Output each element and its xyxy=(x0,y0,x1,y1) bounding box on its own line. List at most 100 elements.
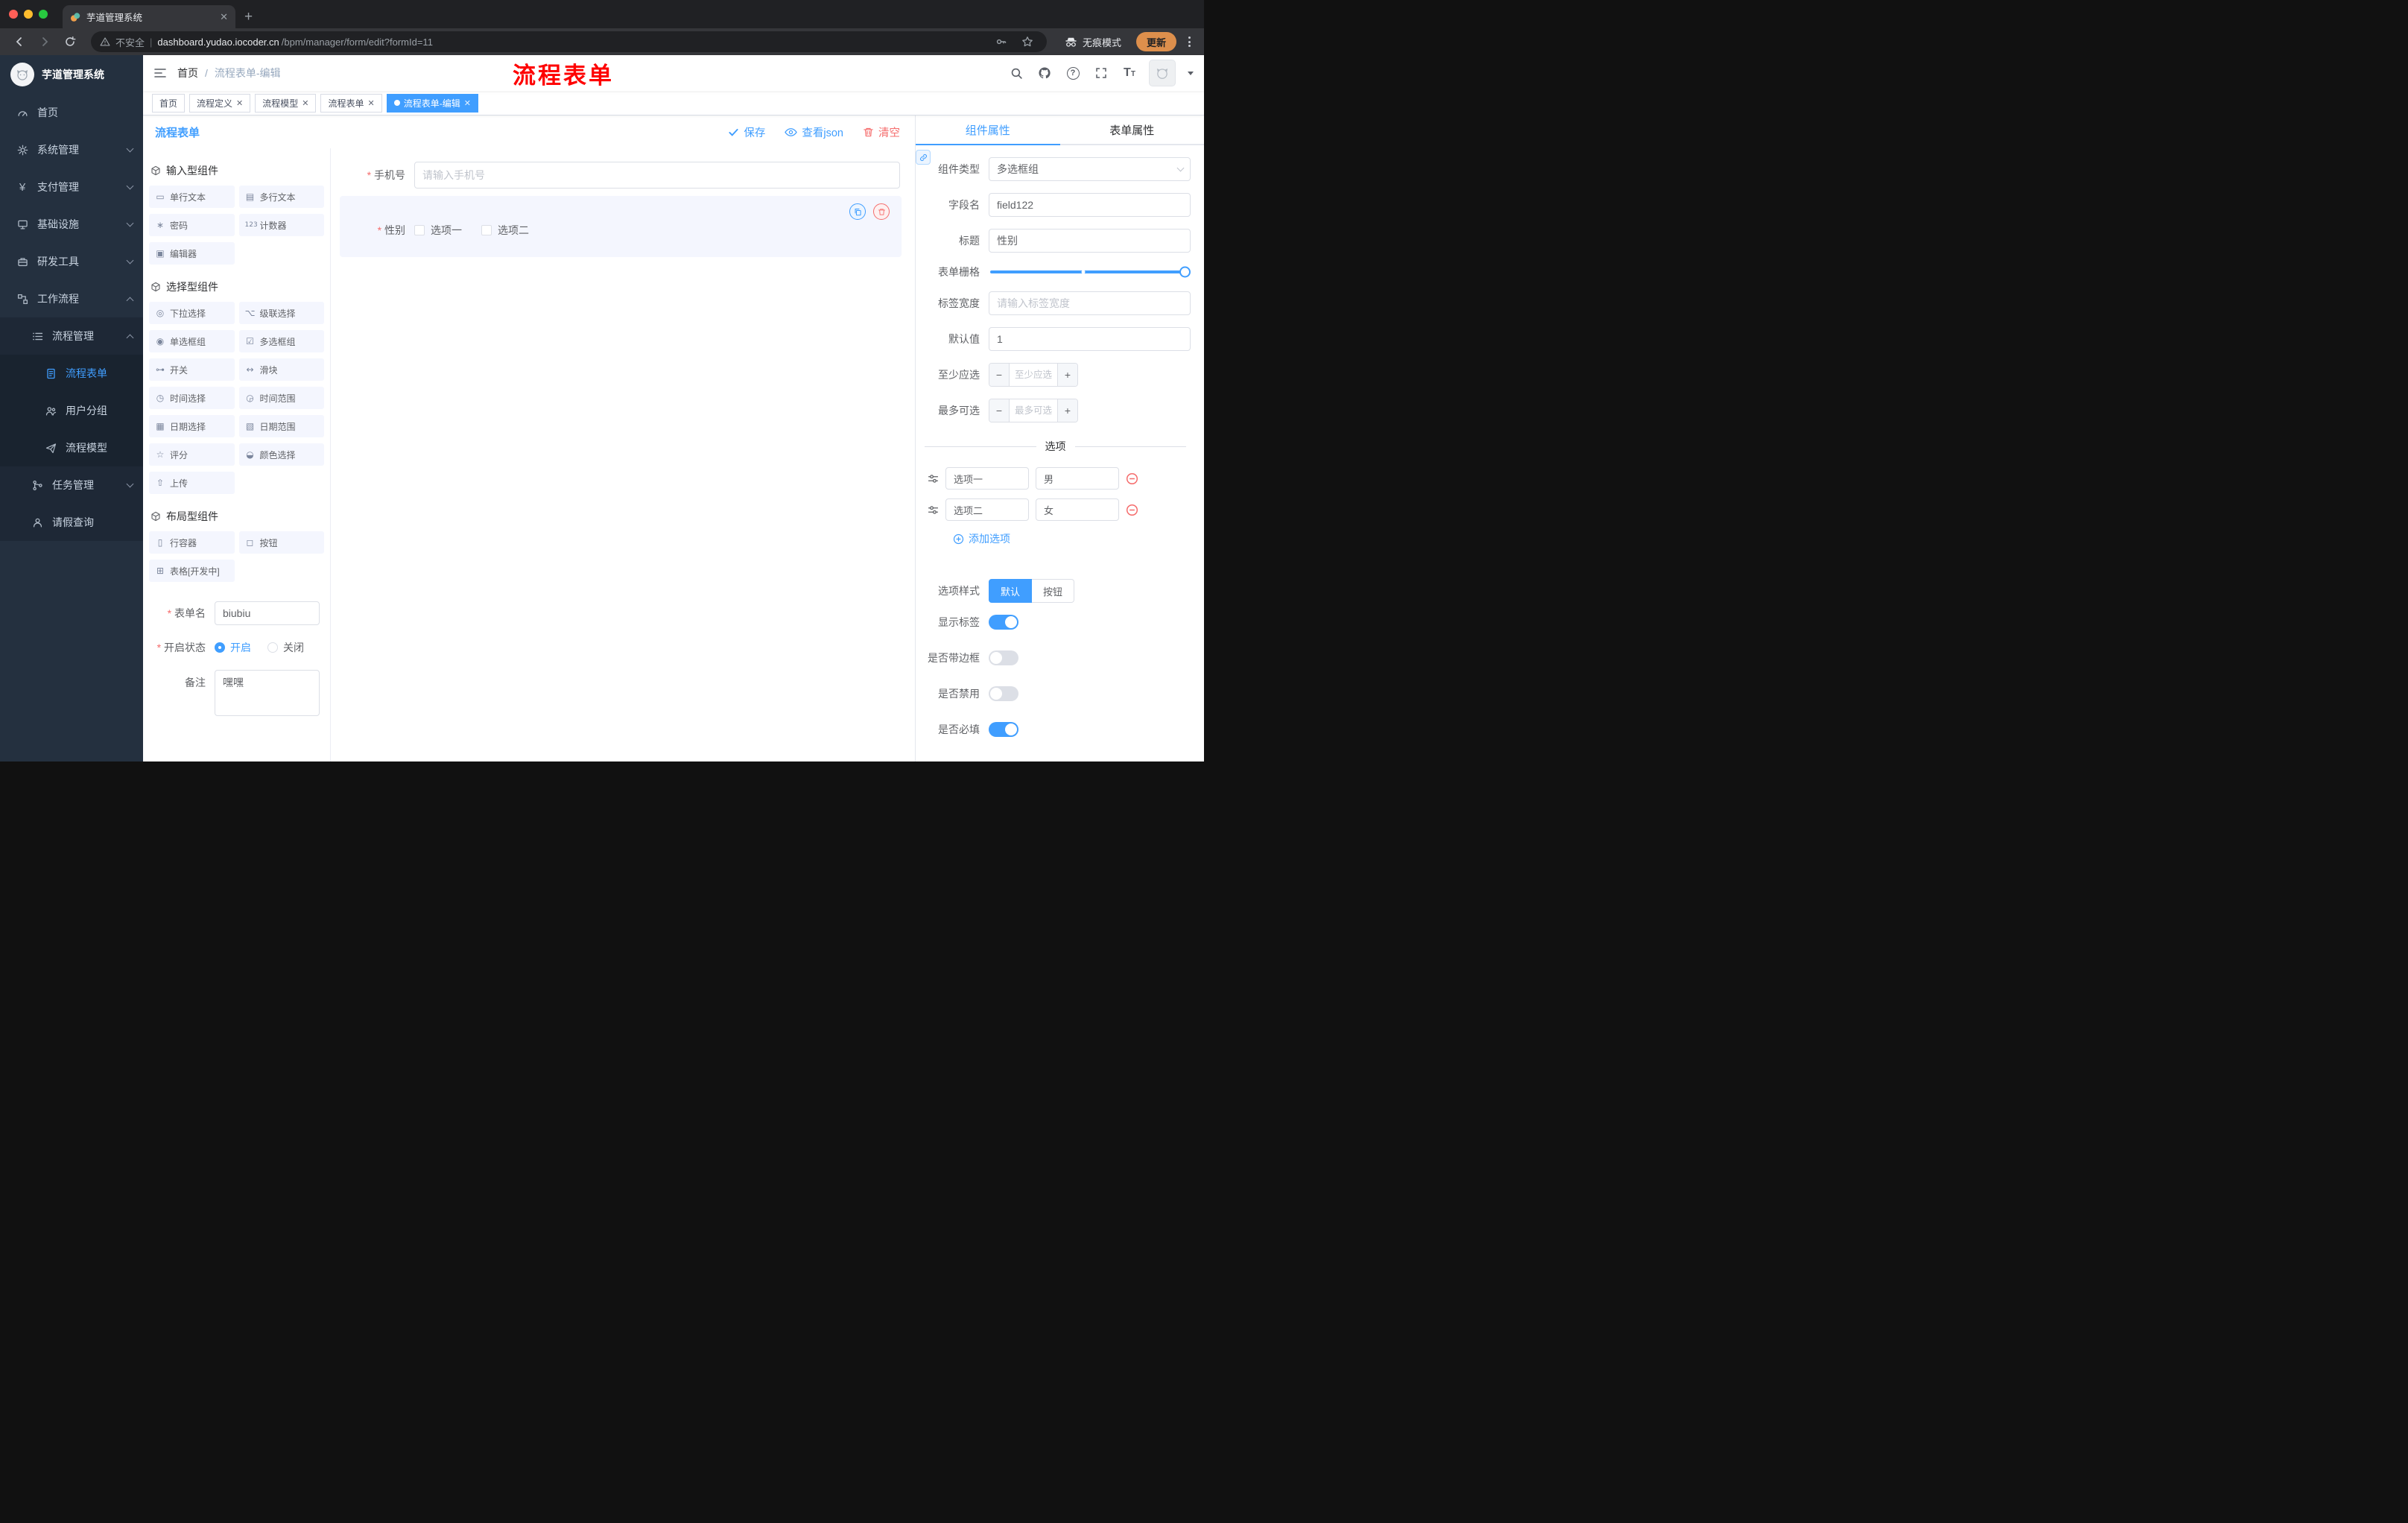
component-item-counter[interactable]: 123 计数器 xyxy=(238,214,324,236)
border-switch[interactable] xyxy=(989,650,1018,665)
form-remark-textarea[interactable]: 嘿嘿 xyxy=(215,670,320,716)
option-label-input[interactable] xyxy=(945,467,1029,490)
close-window-button[interactable] xyxy=(9,10,18,19)
form-canvas[interactable]: 手机号 性别 选项一 xyxy=(331,148,915,762)
component-item-select[interactable]: ◎ 下拉选择 xyxy=(149,302,235,324)
disabled-switch[interactable] xyxy=(989,686,1018,701)
sidebar-item-infrastructure[interactable]: 基础设施 xyxy=(0,206,143,243)
component-item-rate[interactable]: ☆ 评分 xyxy=(149,443,235,466)
tag-home[interactable]: 首页 xyxy=(152,93,186,113)
component-item-table[interactable]: ⊞ 表格[开发中] xyxy=(149,560,235,582)
save-button[interactable]: 保存 xyxy=(728,124,765,140)
close-tag-icon[interactable]: ✕ xyxy=(236,98,243,108)
min-select-stepper[interactable]: −+ xyxy=(989,363,1078,387)
gender-option-2-checkbox[interactable]: 选项二 xyxy=(481,223,529,238)
component-item-multi-line-text[interactable]: ▤ 多行文本 xyxy=(238,186,324,208)
drag-handle-icon[interactable] xyxy=(928,504,939,516)
status-on-radio[interactable]: 开启 xyxy=(215,640,251,655)
clear-button[interactable]: 清空 xyxy=(863,124,900,140)
field-phone[interactable]: 手机号 xyxy=(340,162,902,189)
option-value-input[interactable] xyxy=(1036,498,1119,521)
sidebar-item-home[interactable]: 首页 xyxy=(0,94,143,131)
component-item-color-picker[interactable]: ◒ 颜色选择 xyxy=(238,443,324,466)
form-name-input[interactable] xyxy=(215,601,320,625)
bookmark-star-icon[interactable] xyxy=(1017,31,1038,52)
option-label-input[interactable] xyxy=(945,498,1029,521)
field-gender-selected[interactable]: 性别 选项一 选项二 xyxy=(340,196,902,257)
component-item-slider[interactable]: ↔ 滑块 xyxy=(238,358,324,381)
component-item-upload[interactable]: ⇧ 上传 xyxy=(149,472,235,494)
browser-tab[interactable]: 芋道管理系统 ✕ xyxy=(63,5,235,28)
sidebar-item-task-management[interactable]: 任务管理 xyxy=(0,466,143,504)
style-default-button[interactable]: 默认 xyxy=(989,579,1033,603)
phone-input[interactable] xyxy=(414,162,900,189)
sidebar-item-system[interactable]: 系统管理 xyxy=(0,131,143,168)
fullscreen-icon[interactable] xyxy=(1092,64,1110,82)
slider-handle[interactable] xyxy=(1179,266,1191,278)
grid-slider[interactable] xyxy=(990,266,1191,278)
drag-handle-icon[interactable] xyxy=(928,473,939,484)
tag-process-form-edit[interactable]: 流程表单-编辑 ✕ xyxy=(386,93,478,113)
copy-field-button[interactable] xyxy=(849,203,866,220)
forward-icon[interactable] xyxy=(34,31,55,52)
address-bar[interactable]: 不安全 | dashboard.yudao.iocoder.cn/bpm/man… xyxy=(91,31,1047,52)
github-icon[interactable] xyxy=(1036,64,1054,82)
tab-form-props[interactable]: 表单属性 xyxy=(1060,115,1205,144)
sidebar-item-process-form[interactable]: 流程表单 xyxy=(0,355,143,392)
sidebar-item-user-groups[interactable]: 用户分组 xyxy=(0,392,143,429)
remove-option-icon[interactable] xyxy=(1126,472,1138,485)
field-name-input[interactable] xyxy=(989,193,1191,217)
component-item-radio-group[interactable]: ◉ 单选框组 xyxy=(149,330,235,352)
delete-field-button[interactable] xyxy=(873,203,890,220)
remove-option-icon[interactable] xyxy=(1126,504,1138,516)
password-key-icon[interactable] xyxy=(991,31,1012,52)
font-size-icon[interactable]: TT xyxy=(1121,64,1138,82)
sidebar-item-leave-query[interactable]: 请假查询 xyxy=(0,504,143,541)
sidebar-item-devtools[interactable]: 研发工具 xyxy=(0,243,143,280)
component-item-single-line-text[interactable]: ▭ 单行文本 xyxy=(149,186,235,208)
browser-update-button[interactable]: 更新 xyxy=(1135,32,1176,51)
avatar-caret-icon[interactable] xyxy=(1188,71,1194,75)
required-switch[interactable] xyxy=(989,722,1018,737)
sidebar-item-process-management[interactable]: 流程管理 xyxy=(0,317,143,355)
sidebar-item-process-model[interactable]: 流程模型 xyxy=(0,429,143,466)
default-value-input[interactable] xyxy=(989,327,1191,351)
search-icon[interactable] xyxy=(1007,64,1025,82)
component-item-time-picker[interactable]: ◷ 时间选择 xyxy=(149,387,235,409)
component-type-select[interactable] xyxy=(989,157,1191,181)
max-select-stepper[interactable]: −+ xyxy=(989,399,1078,422)
component-item-cascader[interactable]: ⌥ 级联选择 xyxy=(238,302,324,324)
avatar[interactable] xyxy=(1149,60,1176,86)
component-item-checkbox-group[interactable]: ☑ 多选框组 xyxy=(238,330,324,352)
help-icon[interactable]: ? xyxy=(1064,64,1082,82)
component-item-editor[interactable]: ▣ 编辑器 xyxy=(149,242,235,265)
decrease-button[interactable]: − xyxy=(989,399,1010,422)
tag-process-form[interactable]: 流程表单 ✕ xyxy=(320,93,382,113)
style-button-button[interactable]: 按钮 xyxy=(1032,579,1075,603)
label-width-input[interactable] xyxy=(989,291,1191,315)
close-tag-icon[interactable]: ✕ xyxy=(302,98,308,108)
component-item-switch[interactable]: ⊶ 开关 xyxy=(149,358,235,381)
tag-process-model[interactable]: 流程模型 ✕ xyxy=(255,93,317,113)
status-off-radio[interactable]: 关闭 xyxy=(267,640,304,655)
title-input[interactable] xyxy=(989,229,1191,253)
component-item-time-range[interactable]: ◶ 时间范围 xyxy=(238,387,324,409)
component-item-date-range[interactable]: ▧ 日期范围 xyxy=(238,415,324,437)
component-item-date-picker[interactable]: ▦ 日期选择 xyxy=(149,415,235,437)
breadcrumb-home[interactable]: 首页 xyxy=(177,66,198,80)
close-tag-icon[interactable]: ✕ xyxy=(368,98,375,108)
add-option-button[interactable]: 添加选项 xyxy=(953,531,1191,546)
component-item-row-container[interactable]: ▯ 行容器 xyxy=(149,531,235,554)
component-item-password[interactable]: ∗ 密码 xyxy=(149,214,235,236)
increase-button[interactable]: + xyxy=(1057,399,1077,422)
gender-option-1-checkbox[interactable]: 选项一 xyxy=(414,223,462,238)
increase-button[interactable]: + xyxy=(1057,364,1077,386)
hamburger-icon[interactable] xyxy=(153,66,167,80)
back-icon[interactable] xyxy=(9,31,30,52)
tag-process-definition[interactable]: 流程定义 ✕ xyxy=(189,93,251,113)
link-icon[interactable] xyxy=(916,150,931,165)
component-item-button[interactable]: ◻ 按钮 xyxy=(238,531,324,554)
zoom-window-button[interactable] xyxy=(39,10,48,19)
app-logo-row[interactable]: 芋道管理系统 xyxy=(0,55,143,94)
close-tag-icon[interactable]: ✕ xyxy=(464,98,471,108)
